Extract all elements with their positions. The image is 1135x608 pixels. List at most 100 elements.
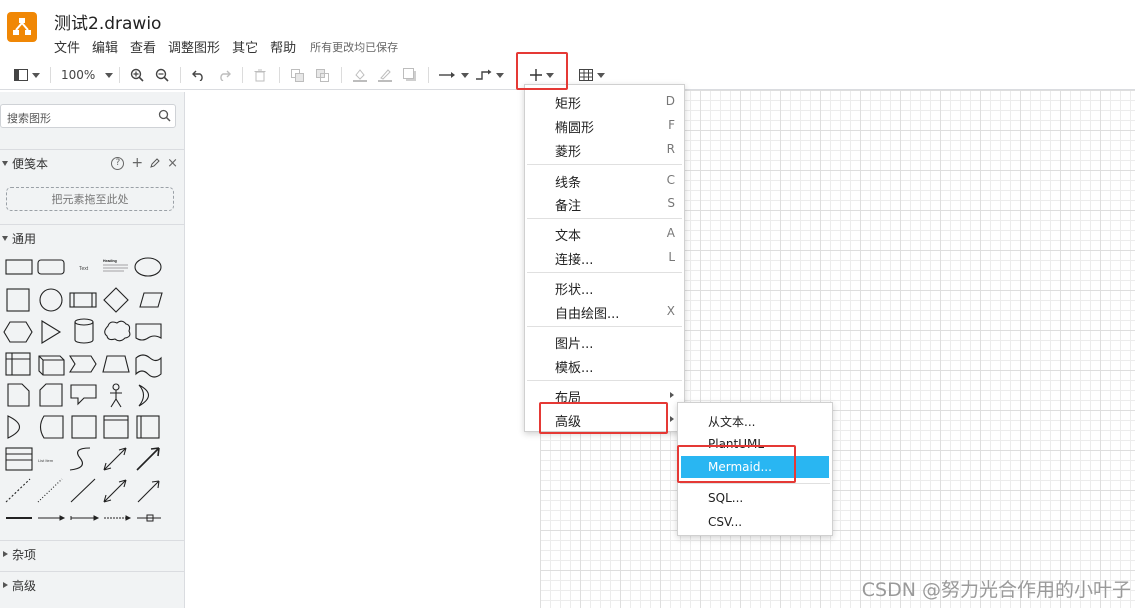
heading-shape: Heading (103, 259, 117, 263)
menu-view[interactable]: 查看 (130, 37, 156, 56)
triangle-shape (41, 320, 62, 344)
menu-help[interactable]: 帮助 (270, 37, 296, 56)
fill-color-button[interactable] (353, 61, 367, 89)
waypoints-icon (476, 69, 492, 80)
menu-item-note[interactable]: 备注 S (525, 192, 684, 214)
dotted-line-shape (37, 478, 63, 503)
fill-color-icon (353, 69, 367, 82)
table-icon (579, 69, 593, 81)
cloud-shape (104, 320, 131, 342)
dashed-line-shape (5, 478, 31, 503)
save-status[interactable]: 所有更改均已保存 (310, 39, 398, 55)
rounded-rectangle-shape (37, 259, 65, 275)
zoom-out-icon (155, 68, 169, 82)
menu-file[interactable]: 文件 (54, 37, 80, 56)
submenu-item-csv[interactable]: CSV... (678, 511, 832, 533)
menu-item-link[interactable]: 连接... L (525, 246, 684, 268)
scratchpad-title: 便笺本 (12, 156, 49, 171)
menu-arrange[interactable]: 调整图形 (168, 37, 220, 56)
menubar: 文件 编辑 查看 调整图形 其它 帮助 所有更改均已保存 (54, 37, 398, 57)
rectangle-shape (5, 259, 33, 275)
connection-style-dropdown[interactable] (439, 61, 469, 89)
watermark: CSDN @努力光合作用的小叶子 (861, 579, 1131, 601)
expand-icon (3, 582, 8, 588)
collapse-icon (2, 160, 8, 166)
callout-shape (70, 384, 97, 406)
menu-edit[interactable]: 编辑 (92, 37, 118, 56)
shadow-button[interactable] (403, 61, 417, 89)
menu-item-line[interactable]: 线条 C (525, 169, 684, 191)
search-icon[interactable] (158, 109, 171, 122)
sidebar-toggle-icon (14, 69, 28, 81)
menu-item-freehand[interactable]: 自由绘图... X (525, 300, 684, 322)
misc-header[interactable]: 杂项 (0, 540, 184, 567)
redo-button[interactable] (218, 61, 231, 89)
tape-shape (135, 354, 162, 378)
note-shape (7, 383, 30, 407)
submenu-item-sql[interactable]: SQL... (678, 487, 832, 509)
general-shapes-palette[interactable]: Text Heading List Item (0, 252, 184, 520)
drawio-logo-icon (13, 18, 31, 35)
submenu-item-from-text[interactable]: 从文本... (678, 409, 832, 431)
to-back-button[interactable] (316, 61, 329, 89)
help-icon[interactable]: ? (111, 156, 125, 170)
close-icon[interactable]: × (167, 156, 178, 171)
edit-icon[interactable] (150, 158, 160, 168)
menu-item-shapes[interactable]: 形状... (525, 276, 684, 298)
shape-sidebar: 搜索图形 便笺本 ? + × 把元素拖至此处 通用 Text Heading L… (0, 92, 185, 608)
document-title[interactable]: 测试2.drawio (54, 9, 161, 34)
parallelogram-shape (139, 292, 163, 308)
directional-connector-shape (137, 480, 160, 503)
general-header[interactable]: 通用 (0, 224, 184, 251)
trapezoid-shape (102, 355, 130, 373)
general-title: 通用 (12, 231, 37, 246)
advanced-header[interactable]: 高级 (0, 571, 184, 598)
drawio-logo (7, 12, 37, 42)
connection-icon (439, 72, 455, 78)
scratchpad-dropzone[interactable]: 把元素拖至此处 (6, 187, 174, 211)
to-front-icon (291, 68, 304, 82)
document-shape (135, 323, 162, 341)
undo-icon (192, 70, 203, 81)
line-shape (70, 478, 96, 503)
zoom-out-button[interactable] (155, 61, 169, 89)
vertical-container-shape (136, 415, 160, 439)
bidirectional-arrow-shape (103, 447, 127, 471)
to-front-button[interactable] (291, 61, 304, 89)
add-icon[interactable]: + (131, 155, 143, 171)
annotation-box-insert (516, 52, 568, 90)
menu-item-ellipse[interactable]: 椭圆形 F (525, 114, 684, 136)
zoom-in-icon (130, 68, 144, 82)
menu-item-rhombus[interactable]: 菱形 R (525, 138, 684, 160)
line-styles-palette[interactable] (0, 510, 184, 526)
scratchpad-header[interactable]: 便笺本 ? + × (0, 149, 184, 176)
zoom-in-button[interactable] (130, 61, 144, 89)
menu-item-image[interactable]: 图片... (525, 330, 684, 352)
collapse-icon (2, 235, 8, 241)
misc-title: 杂项 (12, 547, 37, 562)
swimlane-shape (103, 415, 129, 439)
sidebar-toggle-button[interactable] (14, 61, 40, 89)
menu-item-rectangle[interactable]: 矩形 D (525, 90, 684, 112)
menu-item-template[interactable]: 模板... (525, 354, 684, 376)
delete-icon (254, 69, 266, 81)
zoom-dropdown[interactable]: 100% (61, 61, 114, 89)
circle-shape (39, 288, 63, 312)
waypoints-dropdown[interactable] (476, 61, 504, 89)
redo-icon (220, 70, 231, 81)
container-shape (71, 415, 97, 439)
shape-search-input[interactable]: 搜索图形 (0, 104, 176, 128)
undo-button[interactable] (192, 61, 205, 89)
data-storage-shape (39, 415, 64, 439)
delete-button[interactable] (254, 61, 266, 89)
internal-storage-shape (5, 352, 31, 376)
line-color-icon (378, 69, 392, 82)
menu-item-text[interactable]: 文本 A (525, 222, 684, 244)
line-color-button[interactable] (378, 61, 392, 89)
ellipse-shape (134, 257, 162, 277)
text-shape: Text (79, 266, 89, 272)
or-shape (138, 384, 150, 407)
zoom-level: 100% (61, 68, 96, 82)
menu-extras[interactable]: 其它 (232, 37, 258, 56)
to-back-icon (316, 68, 329, 82)
